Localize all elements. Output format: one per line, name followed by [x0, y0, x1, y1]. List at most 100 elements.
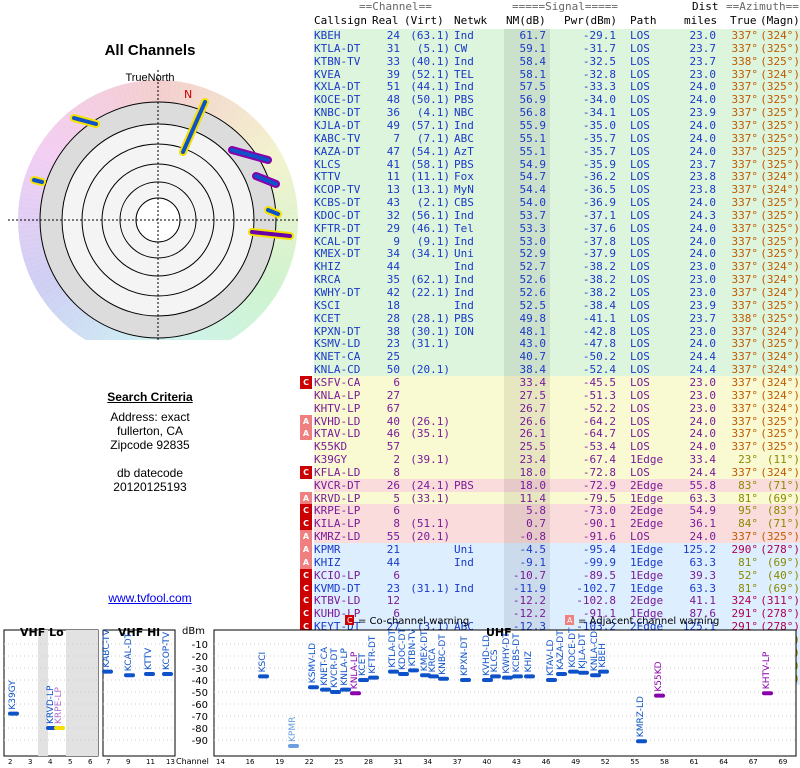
- table-cell: PBS: [454, 311, 474, 325]
- table-cell: KSCI: [314, 298, 341, 312]
- table-cell: -50.2: [582, 350, 616, 364]
- table-cell: 43.0: [519, 337, 547, 351]
- table-cell: 38.4: [519, 363, 547, 377]
- table-cell: 337°: [731, 93, 759, 107]
- table-cell: 23°: [738, 453, 758, 467]
- table-cell: -64.7: [582, 427, 616, 441]
- table-cell: KSFV-CA: [314, 375, 361, 389]
- north-letter: N: [184, 88, 192, 101]
- table-cell: 33.4: [689, 453, 717, 467]
- table-cell: (7.1): [416, 131, 450, 145]
- table-cell: LOS: [630, 311, 650, 325]
- table-cell: KFLA-LD: [314, 465, 361, 479]
- group-channel: ==Channel==: [359, 0, 432, 13]
- x-tick: 37: [453, 758, 462, 766]
- tvfool-link[interactable]: www.tvfool.com: [0, 591, 300, 605]
- table-cell: 337°: [731, 286, 759, 299]
- table-cell: 24.0: [689, 93, 717, 107]
- table-cell: 23.0: [689, 273, 717, 287]
- table-cell: (5.1): [416, 41, 450, 55]
- table-row: KRVD-LP 5 (33.1) 11.4 -79.5 1Edge 63.3 81° (69°): [314, 491, 800, 505]
- table-cell: KRPE-LP: [314, 504, 361, 518]
- x-tick: 31: [394, 758, 403, 766]
- table-cell: Uni: [454, 543, 474, 556]
- table-cell: (325°): [760, 440, 800, 454]
- col-nm: NM(dB): [506, 14, 546, 27]
- table-cell: 6: [393, 375, 400, 389]
- station-bar-label: KRPE-LP: [54, 686, 64, 724]
- station-bar: [438, 676, 449, 681]
- col-netwk: Netwk: [454, 14, 488, 27]
- table-cell: K39GY: [314, 453, 348, 467]
- adjacent-warning-badge: A: [300, 555, 312, 569]
- table-row: KJLA-DT 49 (57.1) Ind 55.9 -35.0 LOS 24.0 337° (3…: [314, 118, 800, 132]
- table-cell: 337°: [731, 388, 759, 402]
- table-cell: KPMR: [314, 543, 341, 556]
- table-row: KWHY-DT 42 (22.1) Ind 52.6 -38.2 LOS 23.0 337° (3…: [314, 286, 800, 299]
- table-cell: -37.8: [582, 234, 616, 248]
- table-cell: (325°): [760, 208, 800, 222]
- table-cell: 84°: [738, 517, 758, 531]
- table-row: K39GY 2 (39.1) 23.4 -67.4 1Edge 33.4 23° (11°): [314, 453, 800, 467]
- table-cell: 337°: [731, 106, 759, 120]
- polar-ring-segment: [18, 215, 41, 220]
- table-cell: -99.9: [582, 555, 616, 569]
- table-cell: 28: [386, 311, 400, 325]
- table-cell: -37.1: [582, 208, 616, 222]
- table-cell: (69°): [766, 581, 800, 595]
- table-cell: (325°): [760, 118, 800, 132]
- x-tick: 9: [126, 758, 130, 766]
- table-cell: 337°: [731, 196, 759, 210]
- table-cell: KSMV-LD: [314, 337, 361, 351]
- station-bar: [524, 674, 535, 679]
- table-cell: MyN: [454, 183, 474, 197]
- adjacent-warning-badge: A: [300, 427, 312, 441]
- table-cell: -37.6: [582, 221, 616, 235]
- y-tick: -70: [192, 712, 208, 723]
- table-cell: -37.9: [582, 247, 616, 261]
- table-row: KFTR-DT 29 (46.1) Tel 53.3 -37.6 LOS 24.0 337° (3…: [314, 221, 800, 235]
- table-cell: ION: [454, 324, 474, 338]
- table-cell: 23.7: [689, 311, 717, 325]
- table-cell: 337°: [731, 170, 759, 184]
- table-cell: (278°): [760, 543, 800, 556]
- table-row: KRCA 35 (62.1) Ind 52.6 -38.2 LOS 23.0 337° (324°…: [314, 273, 800, 287]
- table-cell: 1Edge: [630, 453, 664, 467]
- table-cell: -34.0: [582, 93, 616, 107]
- station-bar-label: KTBN-TV: [408, 628, 418, 667]
- table-cell: (11°): [766, 453, 800, 467]
- cochannel-warning-badge: C: [300, 375, 312, 389]
- x-tick: 6: [88, 758, 93, 766]
- table-cell: 25.5: [519, 440, 547, 454]
- table-cell: 32: [386, 208, 400, 222]
- station-bar: [590, 673, 601, 678]
- station-bar-label: KHTV-LP: [762, 651, 772, 689]
- table-cell: 54.9: [519, 157, 547, 171]
- table-row: KHIZ 44 Ind 52.7 -38.2 LOS 23.0 337° (324°): [314, 260, 800, 274]
- table-cell: 337°: [731, 67, 759, 81]
- table-cell: -32.5: [582, 54, 616, 68]
- table-cell: 1Edge: [630, 555, 664, 569]
- col-pwr: Pwr(dBm): [564, 14, 617, 27]
- table-cell: (11.1): [410, 170, 450, 184]
- station-bar-label: K39GY: [8, 680, 18, 710]
- table-cell: -9.1: [519, 555, 547, 569]
- search-city: fullerton, CA: [116, 424, 184, 438]
- table-cell: (22.1): [410, 286, 450, 299]
- search-criteria: Search Criteria Address: exact fullerton…: [0, 390, 300, 494]
- table-row: KTTV 11 (11.1) Fox 54.7 -36.2 LOS 23.8 337° (324°…: [314, 170, 800, 184]
- table-cell: 47: [386, 144, 400, 158]
- table-row: KVCR-DT 26 (24.1) PBS 18.0 -72.9 2Edge 55.8 83° (…: [314, 478, 800, 492]
- table-cell: -72.8: [582, 465, 616, 479]
- table-cell: (39.1): [410, 453, 450, 467]
- table-cell: 337°: [731, 440, 759, 454]
- table-cell: PBS: [454, 478, 474, 492]
- table-cell: (324°): [760, 29, 800, 42]
- x-tick: 46: [542, 758, 551, 766]
- table-cell: 18: [386, 298, 400, 312]
- table-cell: 24.0: [689, 337, 717, 351]
- table-cell: 51: [386, 80, 400, 94]
- table-cell: (13.1): [410, 183, 450, 197]
- table-cell: 57.5: [519, 80, 547, 94]
- table-cell: (44.1): [410, 80, 450, 94]
